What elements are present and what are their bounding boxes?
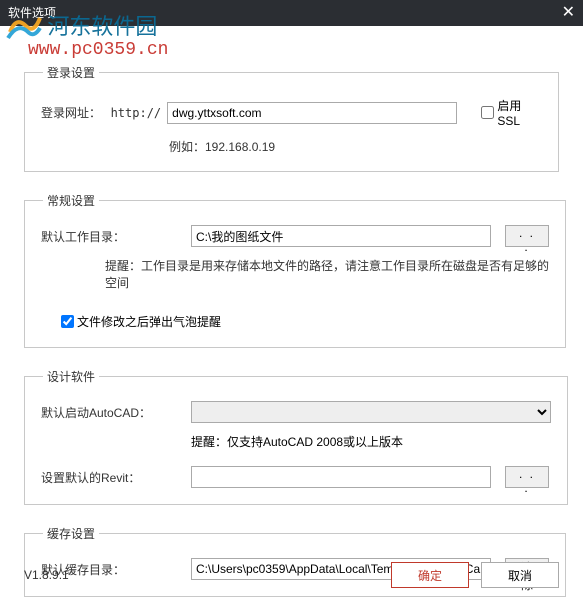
workdir-input[interactable] <box>191 225 491 247</box>
ok-button[interactable]: 确定 <box>391 562 469 588</box>
bubble-reminder-input[interactable] <box>61 315 74 328</box>
login-legend: 登录设置 <box>43 64 99 81</box>
login-settings-group: 登录设置 登录网址： http:// 启用SSL 例如：192.168.0.19 <box>24 64 559 172</box>
footer: V1.8.9.1 确定 取消 <box>24 562 559 588</box>
general-settings-group: 常规设置 默认工作目录： . . . 提醒：工作目录是用来存储本地文件的路径，请… <box>24 192 566 348</box>
login-example-hint: 例如：192.168.0.19 <box>169 138 542 155</box>
general-legend: 常规设置 <box>43 192 99 209</box>
content-area: 登录设置 登录网址： http:// 启用SSL 例如：192.168.0.19… <box>0 26 583 597</box>
autocad-hint: 提醒：仅支持AutoCAD 2008或以上版本 <box>191 433 551 450</box>
revit-input[interactable] <box>191 466 491 488</box>
http-prefix: http:// <box>111 106 162 120</box>
enable-ssl-input[interactable] <box>481 106 494 119</box>
autocad-select[interactable] <box>191 401 551 423</box>
window-title: 软件选项 <box>8 0 56 26</box>
bubble-reminder-label: 文件修改之后弹出气泡提醒 <box>77 313 221 330</box>
workdir-hint: 提醒：工作目录是用来存储本地文件的路径，请注意工作目录所在磁盘是否有足够的空间 <box>105 257 549 291</box>
cache-legend: 缓存设置 <box>43 525 99 542</box>
design-legend: 设计软件 <box>43 368 99 385</box>
workdir-label: 默认工作目录： <box>41 228 191 245</box>
design-software-group: 设计软件 默认启动AutoCAD： 提醒：仅支持AutoCAD 2008或以上版… <box>24 368 568 505</box>
revit-browse-button[interactable]: . . . <box>505 466 549 488</box>
enable-ssl-checkbox[interactable]: 启用SSL <box>481 97 542 128</box>
login-url-label: 登录网址： <box>41 104 111 121</box>
cancel-button[interactable]: 取消 <box>481 562 559 588</box>
title-bar: 软件选项 ✕ <box>0 0 583 26</box>
close-icon[interactable]: ✕ <box>562 0 575 26</box>
bubble-reminder-checkbox[interactable]: 文件修改之后弹出气泡提醒 <box>61 313 221 330</box>
login-url-input[interactable] <box>167 102 457 124</box>
enable-ssl-label: 启用SSL <box>497 97 542 128</box>
autocad-label: 默认启动AutoCAD： <box>41 404 191 421</box>
revit-label: 设置默认的Revit： <box>41 469 191 486</box>
workdir-browse-button[interactable]: . . . <box>505 225 549 247</box>
version-label: V1.8.9.1 <box>24 568 379 582</box>
